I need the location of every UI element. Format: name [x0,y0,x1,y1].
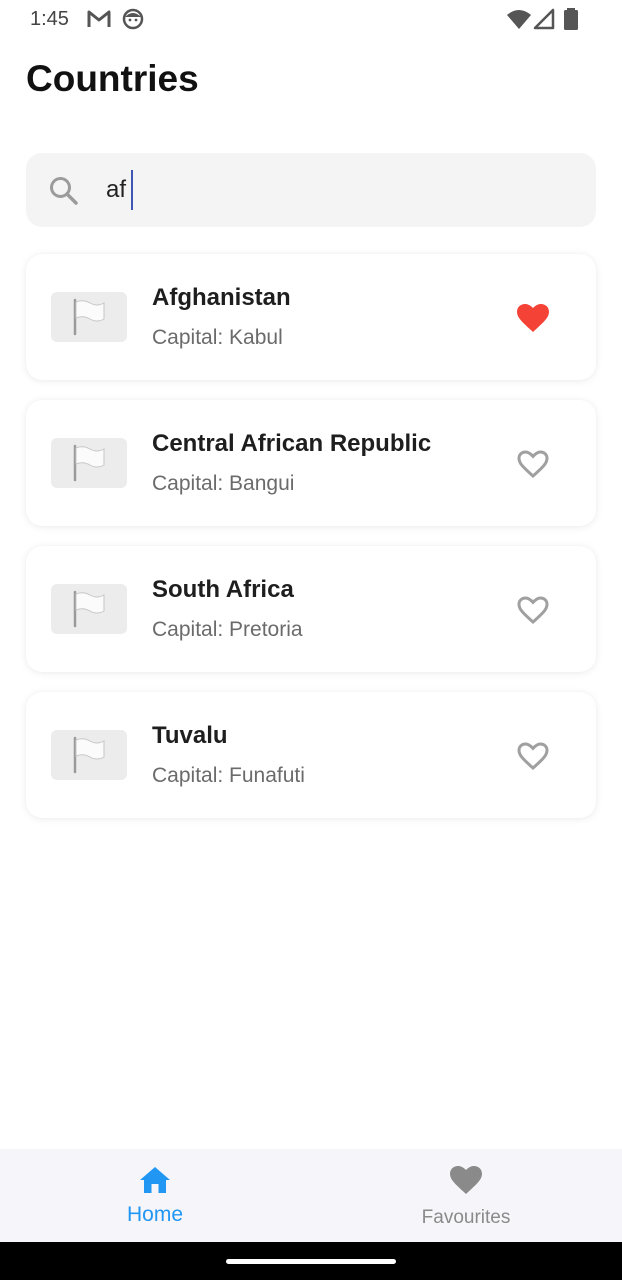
search-input[interactable] [106,167,566,213]
favourite-button[interactable] [509,445,557,483]
heart-icon [450,1166,482,1194]
nav-label-home: Home [126,1203,184,1226]
nav-item-home[interactable]: Home [75,1149,235,1242]
nav-item-favourites[interactable]: Favourites [386,1149,546,1242]
text-cursor [131,170,133,210]
wifi-icon [506,8,532,35]
heart-outline-icon [517,742,549,771]
country-capital: Capital: Bangui [152,472,295,495]
country-name: Central African Republic [152,430,432,457]
nav-label-favourites: Favourites [421,1207,511,1228]
favourite-button[interactable] [509,591,557,629]
heart-filled-icon [517,304,549,332]
flag-placeholder [51,730,127,780]
favourite-button[interactable] [509,737,557,775]
country-capital: Capital: Kabul [152,326,283,349]
white-flag-icon [73,590,105,628]
bottom-navigation: Home Favourites [0,1149,622,1242]
white-flag-icon [73,736,105,774]
battery-icon [563,8,579,35]
signal-icon [533,8,555,35]
page-title: Countries [26,58,199,99]
country-name: Afghanistan [152,284,291,311]
white-flag-icon [73,444,105,482]
face-icon [122,8,144,35]
country-capital: Capital: Funafuti [152,764,305,787]
flag-placeholder [51,584,127,634]
home-gesture-handle[interactable] [226,1259,396,1264]
gmail-icon [86,8,112,35]
status-bar: 1:45 [0,0,622,40]
country-card-afghanistan[interactable]: Afghanistan Capital: Kabul [26,254,596,380]
country-card-central-african-republic[interactable]: Central African Republic Capital: Bangui [26,400,596,526]
country-card-south-africa[interactable]: South Africa Capital: Pretoria [26,546,596,672]
system-navigation-bar [0,1242,622,1280]
flag-placeholder [51,438,127,488]
country-name: Tuvalu [152,722,228,749]
heart-outline-icon [517,596,549,625]
country-capital: Capital: Pretoria [152,618,303,641]
heart-outline-icon [517,450,549,479]
white-flag-icon [73,298,105,336]
search-bar[interactable] [26,153,596,227]
home-icon [140,1167,170,1193]
country-name: South Africa [152,576,294,603]
status-time: 1:45 [30,8,69,30]
country-card-tuvalu[interactable]: Tuvalu Capital: Funafuti [26,692,596,818]
flag-placeholder [51,292,127,342]
favourite-button[interactable] [509,299,557,337]
search-icon [48,175,80,212]
